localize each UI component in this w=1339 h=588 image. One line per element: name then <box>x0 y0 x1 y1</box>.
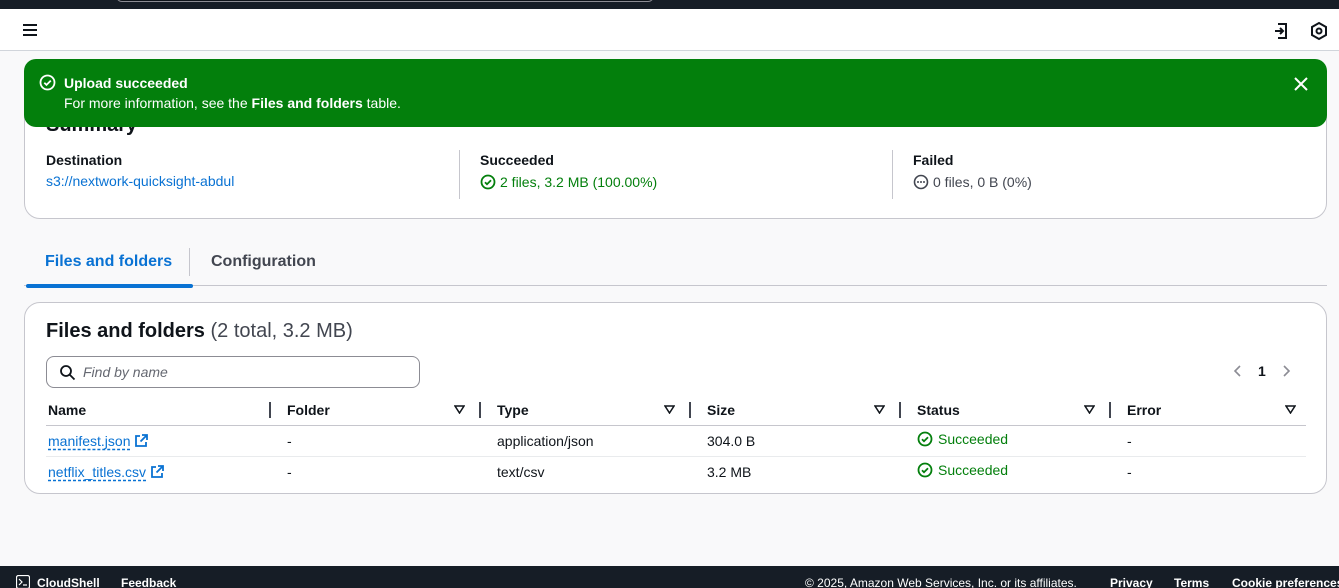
column-header-folder[interactable]: Folder <box>271 395 481 426</box>
succeeded-value: 2 files, 3.2 MB (100.00%) <box>500 174 658 190</box>
current-page[interactable]: 1 <box>1258 363 1266 379</box>
success-check-icon <box>39 74 56 91</box>
sort-caret-icon[interactable] <box>1285 405 1296 414</box>
files-total-count: (2 total, 3.2 MB) <box>210 320 353 342</box>
pending-dots-icon <box>913 174 929 190</box>
column-header-type[interactable]: Type <box>481 395 691 426</box>
column-header-name[interactable]: Name <box>46 395 271 426</box>
close-icon[interactable] <box>1291 74 1311 94</box>
column-label: Status <box>917 401 960 418</box>
sort-caret-icon[interactable] <box>664 405 675 414</box>
privacy-link[interactable]: Privacy <box>1110 576 1153 588</box>
export-icon[interactable] <box>1272 21 1292 41</box>
search-input[interactable] <box>83 362 403 382</box>
tab-files-and-folders[interactable]: Files and folders <box>24 242 194 288</box>
column-label: Name <box>48 401 87 418</box>
success-check-icon <box>480 174 496 190</box>
cell-size: 3.2 MB <box>707 463 752 480</box>
destination-link[interactable]: s3://nextwork-quicksight-abdul <box>46 173 234 189</box>
external-link-icon[interactable] <box>134 433 149 448</box>
succeeded-section: Succeeded 2 files, 3.2 MB (100.00%) <box>480 152 657 190</box>
column-label: Folder <box>287 401 330 418</box>
success-check-icon <box>917 462 933 478</box>
files-table-title: Files and folders <box>46 320 205 342</box>
cell-name: manifest.json <box>46 425 271 457</box>
column-label: Type <box>497 401 529 418</box>
search-icon <box>60 365 76 381</box>
sort-caret-icon[interactable] <box>874 405 885 414</box>
column-label: Error <box>1127 401 1162 418</box>
cell-error: - <box>1111 425 1306 457</box>
column-header-size[interactable]: Size <box>691 395 901 426</box>
banner-message: For more information, see the Files and … <box>64 95 401 111</box>
hex-settings-icon[interactable] <box>1309 21 1329 41</box>
tab-list: Files and folders Configuration <box>24 242 1327 288</box>
files-and-folders-card: Files and folders (2 total, 3.2 MB) 1 Na… <box>24 302 1327 494</box>
upload-success-banner: Upload succeeded For more information, s… <box>24 59 1327 127</box>
column-header-status[interactable]: Status <box>901 395 1111 426</box>
terms-link[interactable]: Terms <box>1174 576 1209 588</box>
files-table: Name Folder Type Size Status Error manif… <box>46 395 1306 487</box>
file-link[interactable]: manifest.json <box>48 433 130 449</box>
tab-configuration[interactable]: Configuration <box>190 242 337 286</box>
copyright-text: © 2025, Amazon Web Services, Inc. or its… <box>805 576 1077 588</box>
banner-message-bold: Files and folders <box>251 95 363 111</box>
table-row: manifest.json - application/json 304.0 B… <box>46 425 1306 457</box>
cell-type: application/json <box>481 425 691 457</box>
failed-section: Failed 0 files, 0 B (0%) <box>913 152 1032 190</box>
chevron-left-icon[interactable] <box>1230 363 1246 379</box>
cell-name: netflix_titles.csv <box>46 456 271 487</box>
cell-status: Succeeded <box>901 425 1111 457</box>
cell-folder: - <box>287 463 292 480</box>
file-link[interactable]: netflix_titles.csv <box>48 464 146 480</box>
cell-error: - <box>1127 463 1132 480</box>
status-text: Succeeded <box>938 462 1009 479</box>
find-by-name-search[interactable] <box>46 356 420 388</box>
column-header-error[interactable]: Error <box>1111 395 1306 426</box>
failed-value: 0 files, 0 B (0%) <box>933 174 1032 190</box>
feedback-link[interactable]: Feedback <box>121 576 176 588</box>
cloudshell-link[interactable]: CloudShell <box>37 576 100 588</box>
cell-status: Succeeded <box>901 456 1111 487</box>
column-label: Size <box>707 401 736 418</box>
cloudshell-icon[interactable] <box>16 575 30 588</box>
pagination: 1 <box>1230 361 1294 381</box>
success-check-icon <box>917 431 933 447</box>
destination-label: Destination <box>46 152 123 168</box>
table-row: netflix_titles.csv - text/csv 3.2 MB Suc… <box>46 456 1306 487</box>
failed-label: Failed <box>913 152 954 168</box>
summary-divider <box>459 150 460 199</box>
status-text: Succeeded <box>938 431 1009 447</box>
succeeded-label: Succeeded <box>480 152 554 168</box>
files-table-heading: Files and folders (2 total, 3.2 MB) <box>46 320 353 343</box>
global-search-bar[interactable] <box>116 0 654 2</box>
banner-title: Upload succeeded <box>64 75 188 91</box>
cell-folder: - <box>271 425 481 457</box>
cookie-preferences-link[interactable]: Cookie preferences <box>1232 576 1339 588</box>
aws-top-nav <box>0 0 1339 9</box>
chevron-right-icon[interactable] <box>1278 363 1294 379</box>
table-header-row: Name Folder Type Size Status Error <box>46 395 1306 426</box>
console-footer: CloudShell Feedback © 2025, Amazon Web S… <box>0 566 1339 588</box>
external-link-icon[interactable] <box>150 464 164 479</box>
summary-divider <box>892 150 893 199</box>
sort-caret-icon[interactable] <box>454 405 465 414</box>
cell-type: text/csv <box>497 463 545 480</box>
banner-message-suffix: table. <box>362 95 401 111</box>
sort-caret-icon[interactable] <box>1084 405 1095 414</box>
banner-message-prefix: For more information, see the <box>64 95 252 111</box>
console-subheader <box>0 9 1339 51</box>
cell-size: 304.0 B <box>691 425 901 457</box>
hamburger-icon[interactable] <box>22 22 40 38</box>
destination-section: Destination s3://nextwork-quicksight-abd… <box>46 152 234 189</box>
